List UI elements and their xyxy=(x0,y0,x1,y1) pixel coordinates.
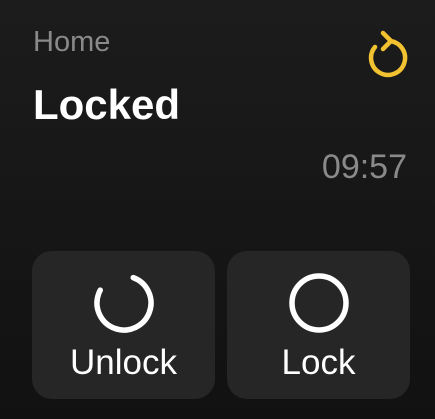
unlock-button[interactable]: Unlock xyxy=(32,251,215,399)
refresh-button[interactable] xyxy=(358,30,410,82)
home-label: Home xyxy=(33,26,111,58)
status-time: 09:57 xyxy=(321,148,407,186)
lock-button[interactable]: Lock xyxy=(227,251,410,399)
lock-button-label: Lock xyxy=(281,343,356,382)
lock-state-title: Locked xyxy=(33,81,181,128)
unlock-button-label: Unlock xyxy=(70,343,177,382)
spinner-icon xyxy=(93,273,154,333)
refresh-icon xyxy=(368,30,408,78)
circle-icon xyxy=(288,273,349,333)
